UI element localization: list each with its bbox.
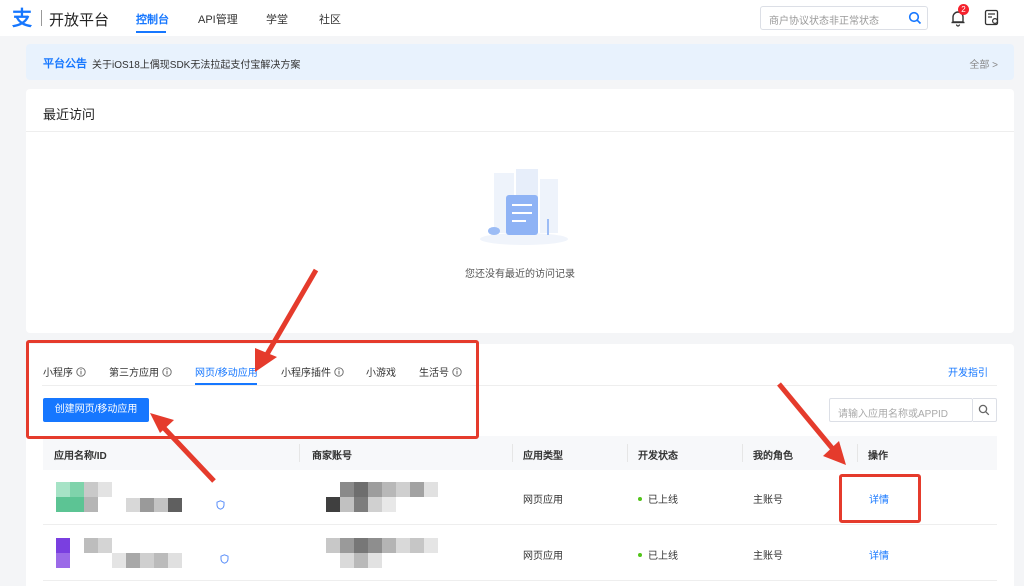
annotation-arrow-to-detail — [777, 382, 846, 465]
annotation-arrow-to-tab — [255, 268, 319, 372]
annotation-arrows — [150, 268, 846, 483]
annotation-arrow-to-create-button — [150, 413, 216, 483]
